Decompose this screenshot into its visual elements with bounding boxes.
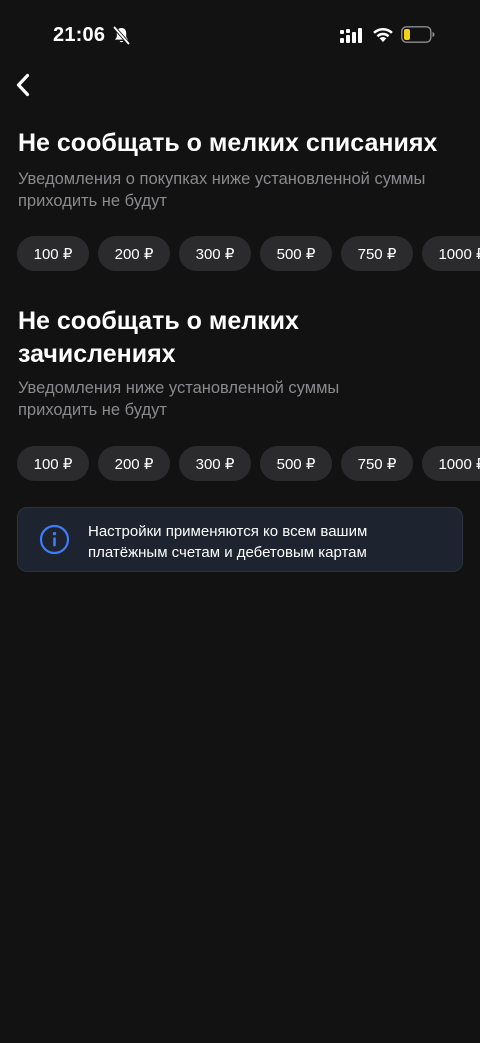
amount-chips-credits: 100 ₽ 200 ₽ 300 ₽ 500 ₽ 750 ₽ 1000 ₽ [17,446,480,482]
wifi-icon [373,27,393,42]
section-title-credits: Не сообщать о мелких зачислениях [18,307,299,368]
amount-chip-1000[interactable]: 1000 ₽ [422,446,480,481]
section-title-debits: Не сообщать о мелких списаниях [18,129,438,157]
status-bar: 21:06 [0,0,480,70]
amount-chip-200[interactable]: 200 ₽ [98,446,170,481]
info-text: Настройки применяются ко всем вашим плат… [88,523,368,561]
amount-chip-750[interactable]: 750 ₽ [341,446,413,481]
status-time: 21:06 [53,24,106,46]
amount-chips-debits: 100 ₽ 200 ₽ 300 ₽ 500 ₽ 750 ₽ 1000 ₽ [17,236,480,272]
bell-off-icon [113,26,130,45]
info-icon [39,524,70,555]
screen: 21:06 Не сообщать о мелких списаниях Уве… [0,0,480,1043]
amount-chip-200[interactable]: 200 ₽ [98,236,170,271]
section-subtitle-credits: Уведомления ниже установленной суммы при… [18,379,340,419]
signal-icon [340,28,362,43]
back-button[interactable] [10,70,36,100]
amount-chip-300[interactable]: 300 ₽ [179,446,251,481]
info-card: Настройки применяются ко всем вашим плат… [17,507,463,572]
amount-chip-100[interactable]: 100 ₽ [17,236,89,271]
amount-chip-500[interactable]: 500 ₽ [260,236,332,271]
battery-icon [401,26,435,43]
amount-chip-300[interactable]: 300 ₽ [179,236,251,271]
section-subtitle-debits: Уведомления о покупках ниже установленно… [18,170,426,210]
amount-chip-500[interactable]: 500 ₽ [260,446,332,481]
amount-chip-1000[interactable]: 1000 ₽ [422,236,480,271]
amount-chip-100[interactable]: 100 ₽ [17,446,89,481]
chevron-left-icon [16,73,30,97]
amount-chip-750[interactable]: 750 ₽ [341,236,413,271]
